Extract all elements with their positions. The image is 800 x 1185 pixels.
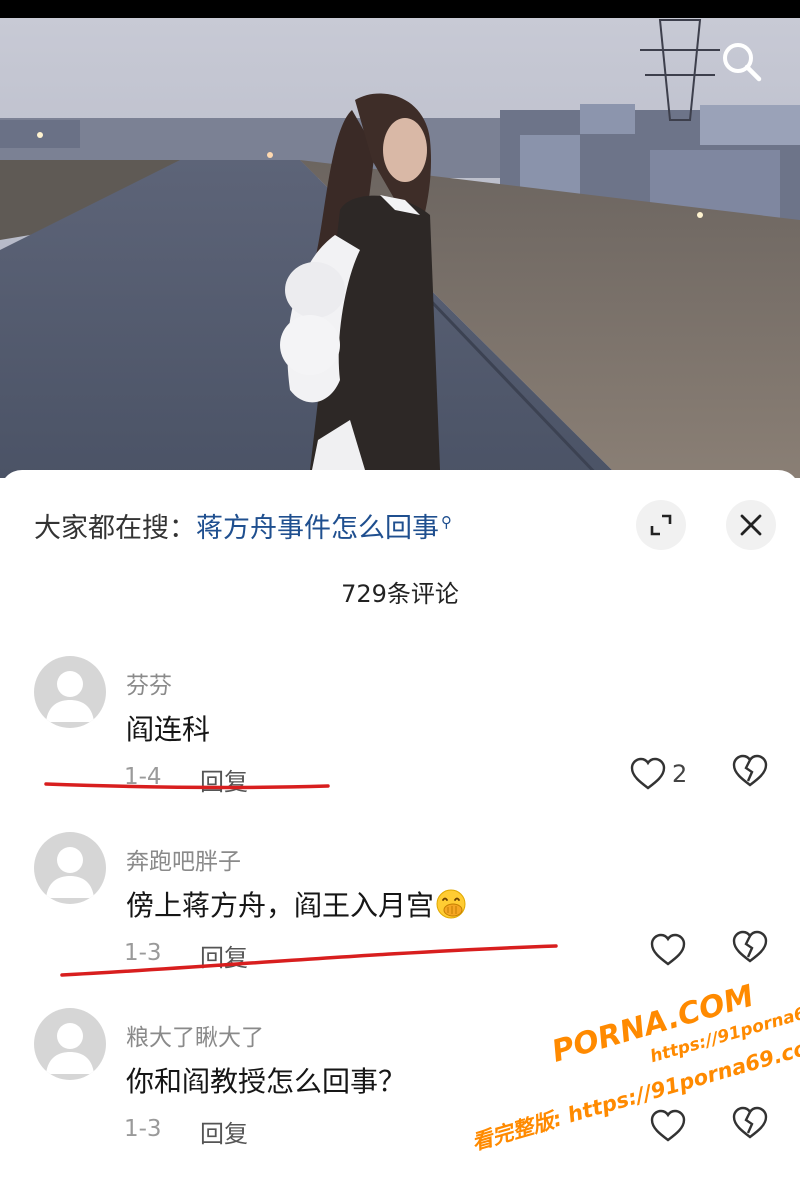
broken-heart-icon	[732, 1106, 768, 1139]
default-avatar-icon	[46, 1023, 94, 1074]
trending-search-label: 大家都在搜：	[34, 513, 196, 544]
reply-button[interactable]: 回复	[200, 762, 248, 797]
status-bar	[0, 0, 800, 18]
video-frame	[0, 0, 800, 478]
comment-username[interactable]: 奔跑吧胖子	[126, 842, 241, 876]
comment-text: 阎连科	[126, 713, 211, 746]
dislike-button[interactable]	[732, 930, 768, 966]
like-button[interactable]: 2	[630, 754, 687, 794]
close-button[interactable]	[726, 500, 776, 550]
comment-username[interactable]: 粮大了瞅大了	[126, 1018, 264, 1052]
like-button[interactable]	[650, 1106, 686, 1146]
comment-sheet: 大家都在搜：蒋方舟事件怎么回事 ⚲ 729条评论 芬芬 阎连科 1-4 回复 2…	[0, 470, 800, 1185]
comment-date: 1-4	[124, 764, 162, 790]
like-count: 2	[672, 760, 688, 788]
trending-search[interactable]: 大家都在搜：蒋方舟事件怎么回事 ⚲	[34, 506, 452, 545]
avatar[interactable]	[34, 832, 106, 904]
dislike-button[interactable]	[732, 754, 768, 790]
trending-search-term[interactable]: 蒋方舟事件怎么回事	[196, 513, 439, 544]
comment-date: 1-3	[124, 940, 162, 966]
heart-icon	[630, 757, 666, 790]
expand-button[interactable]	[636, 500, 686, 550]
comment-text: 你和阎教授怎么回事？	[126, 1065, 407, 1098]
dislike-button[interactable]	[732, 1106, 768, 1142]
heart-icon	[650, 1109, 686, 1142]
search-icon	[723, 43, 762, 82]
hand-over-mouth-emoji	[436, 889, 466, 919]
close-icon	[740, 514, 762, 536]
default-avatar-icon	[46, 671, 94, 722]
comment-text-row: 傍上蒋方舟，阎王入月宫	[126, 884, 466, 924]
avatar[interactable]	[34, 1008, 106, 1080]
default-avatar-icon	[46, 847, 94, 898]
comment-date: 1-3	[124, 1116, 162, 1142]
broken-heart-icon	[732, 930, 768, 963]
comment-username[interactable]: 芬芬	[126, 666, 172, 700]
reply-button[interactable]: 回复	[200, 1114, 248, 1149]
expand-icon	[650, 514, 672, 536]
heart-icon	[650, 933, 686, 966]
avatar[interactable]	[34, 656, 106, 728]
broken-heart-icon	[732, 754, 768, 787]
reply-button[interactable]: 回复	[200, 938, 248, 973]
like-button[interactable]	[650, 930, 686, 970]
comment-count: 729条评论	[341, 580, 459, 608]
video-player[interactable]	[0, 0, 800, 478]
search-icon: ⚲	[441, 513, 452, 531]
comment-text: 傍上蒋方舟，阎王入月宫	[126, 889, 435, 922]
video-search-button[interactable]	[716, 36, 766, 86]
